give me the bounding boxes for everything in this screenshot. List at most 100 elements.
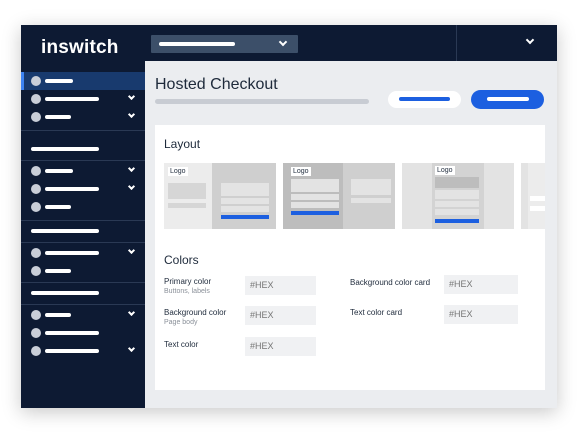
background-color-card-label: Background color card — [350, 278, 431, 287]
sidebar-item-label — [45, 187, 99, 191]
primary-button-label — [487, 97, 529, 101]
sidebar-item-8[interactable] — [21, 222, 145, 240]
thumb-button — [435, 219, 479, 223]
thumb-block — [351, 198, 391, 203]
top-divider — [456, 25, 457, 61]
thumb-block — [168, 203, 206, 208]
app-window: inswitch Hosted Checkout Layout Logo Log… — [21, 25, 557, 408]
sidebar-item-11[interactable] — [21, 284, 145, 302]
sidebar-item-label — [31, 229, 99, 233]
chevron-down-icon — [127, 246, 136, 255]
sidebar-divider — [21, 220, 145, 221]
thumb-logo: Logo — [291, 167, 311, 176]
layout-option-4[interactable] — [521, 163, 545, 229]
sidebar-item-14[interactable] — [21, 342, 145, 360]
thumb-block — [435, 209, 479, 215]
thumb-block — [221, 198, 269, 204]
sidebar-item-label — [45, 251, 99, 255]
sidebar-item-13[interactable] — [21, 324, 145, 342]
chevron-down-icon — [127, 164, 136, 173]
sidebar-item-7[interactable] — [21, 198, 145, 216]
sidebar-item-9[interactable] — [21, 244, 145, 262]
nav-icon — [31, 94, 41, 104]
layout-option-3[interactable]: Logo — [402, 163, 514, 229]
background-color-help: Page body — [164, 319, 198, 326]
layout-option-2[interactable]: Logo — [283, 163, 395, 229]
account-select[interactable] — [151, 35, 298, 53]
sidebar-item-5[interactable] — [21, 162, 145, 180]
nav-icon — [31, 310, 41, 320]
thumb-block — [351, 179, 391, 195]
thumb-block — [435, 201, 479, 207]
colors-section-title: Colors — [164, 253, 199, 267]
nav-icon — [31, 328, 41, 338]
primary-color-label: Primary color — [164, 277, 212, 286]
chevron-down-icon — [127, 110, 136, 119]
top-bar: inswitch — [21, 25, 557, 61]
thumb-block — [435, 177, 479, 188]
settings-card: Layout Logo Logo Logo Colors Primary col… — [155, 125, 545, 390]
primary-color-help: Buttons, labels — [164, 288, 210, 295]
sidebar-item-label — [31, 147, 99, 151]
thumb-block — [221, 183, 269, 196]
sidebar-item-6[interactable] — [21, 180, 145, 198]
main-content: Hosted Checkout Layout Logo Logo Logo Co… — [145, 61, 557, 408]
sidebar-item-label — [45, 269, 71, 273]
background-color-input[interactable] — [245, 306, 316, 325]
secondary-button[interactable] — [388, 91, 461, 108]
nav-icon — [31, 112, 41, 122]
user-menu-toggle[interactable] — [521, 35, 541, 51]
sidebar — [21, 61, 145, 408]
sidebar-item-label — [45, 349, 99, 353]
nav-icon — [31, 184, 41, 194]
thumb-block — [530, 196, 545, 201]
chevron-down-icon — [127, 92, 136, 101]
thumb-block — [291, 179, 339, 192]
sidebar-item-2[interactable] — [21, 90, 145, 108]
sidebar-divider — [21, 242, 145, 243]
account-select-value — [159, 42, 235, 46]
thumb-block — [435, 190, 479, 199]
sidebar-divider — [21, 304, 145, 305]
sidebar-item-3[interactable] — [21, 108, 145, 126]
layout-option-1[interactable]: Logo — [164, 163, 276, 229]
brand-logo[interactable]: inswitch — [41, 36, 119, 60]
sidebar-divider — [21, 282, 145, 283]
chevron-down-icon — [127, 344, 136, 353]
primary-button[interactable] — [471, 90, 544, 109]
thumb-block — [221, 206, 269, 212]
chevron-down-icon — [127, 308, 136, 317]
thumb-block — [291, 202, 339, 208]
thumb-block — [530, 206, 545, 211]
thumb-button — [291, 211, 339, 215]
background-color-card-input[interactable] — [444, 275, 518, 294]
thumb-block — [291, 194, 339, 200]
nav-icon — [31, 346, 41, 356]
sidebar-item-label — [31, 291, 99, 295]
layout-section-title: Layout — [164, 137, 201, 151]
thumb-logo: Logo — [435, 166, 455, 175]
text-color-card-label: Text color card — [350, 308, 403, 317]
thumb-logo: Logo — [168, 167, 188, 176]
thumb-right-panel — [212, 163, 276, 229]
text-color-label: Text color — [164, 340, 199, 349]
page-title: Hosted Checkout — [155, 76, 278, 93]
sidebar-item-1[interactable] — [21, 72, 145, 90]
sidebar-item-4[interactable] — [21, 140, 145, 158]
text-color-card-input[interactable] — [444, 305, 518, 324]
sidebar-item-label — [45, 331, 99, 335]
nav-icon — [31, 266, 41, 276]
nav-icon — [31, 76, 41, 86]
sidebar-item-10[interactable] — [21, 262, 145, 280]
page-subtitle — [155, 99, 369, 104]
chevron-down-icon — [127, 182, 136, 191]
sidebar-item-label — [45, 313, 71, 317]
sidebar-item-12[interactable] — [21, 306, 145, 324]
secondary-button-label — [399, 97, 450, 101]
text-color-input[interactable] — [245, 337, 316, 356]
primary-color-input[interactable] — [245, 276, 316, 295]
sidebar-item-label — [45, 205, 71, 209]
nav-icon — [31, 166, 41, 176]
chevron-down-icon — [525, 35, 535, 45]
sidebar-item-label — [45, 169, 73, 173]
